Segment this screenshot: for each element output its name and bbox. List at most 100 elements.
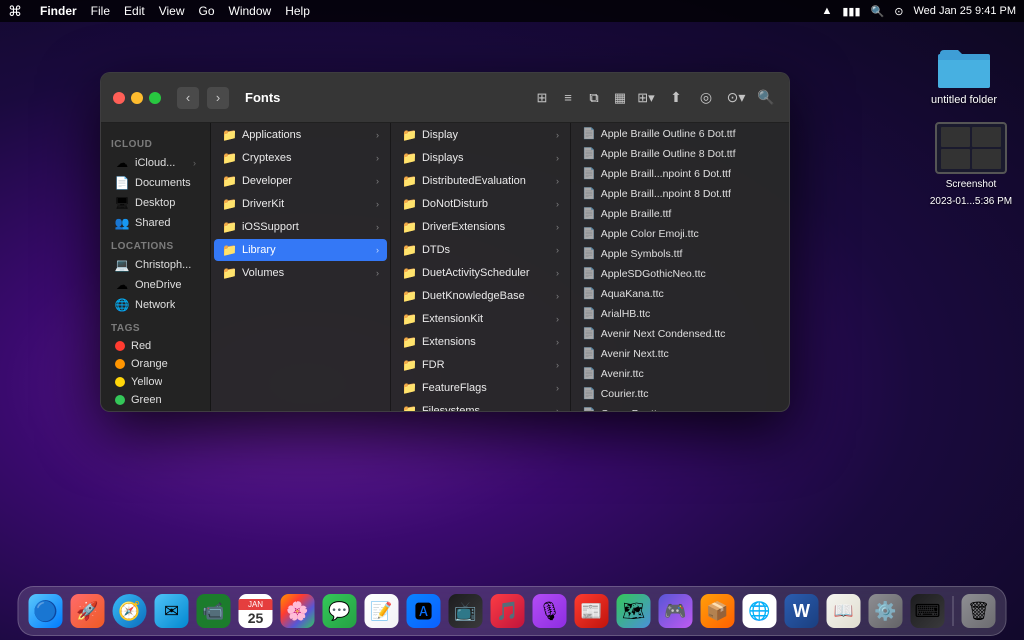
sidebar-item-shared[interactable]: 👥 Shared xyxy=(105,213,206,233)
col2-item-driverext[interactable]: 📁 DriverExtensions › xyxy=(394,216,567,238)
sidebar-item-documents[interactable]: 📄 Documents xyxy=(105,173,206,193)
sidebar-item-orange[interactable]: Orange xyxy=(105,355,206,373)
dock-messages[interactable]: 💬 xyxy=(321,592,359,630)
action-button[interactable]: ⊙▾ xyxy=(725,87,747,109)
menu-edit[interactable]: Edit xyxy=(124,4,145,18)
col2-item-duetkb[interactable]: 📁 DuetKnowledgeBase › xyxy=(394,285,567,307)
list-view-button[interactable]: ≡ xyxy=(557,87,579,109)
menu-go[interactable]: Go xyxy=(199,4,215,18)
col1-item-iossupport[interactable]: 📁 iOSSupport › xyxy=(214,216,387,238)
col2-item-filesystems[interactable]: 📁 Filesystems › xyxy=(394,400,567,411)
dock-news[interactable]: 📰 xyxy=(573,592,611,630)
dock-launchpad[interactable]: 🚀 xyxy=(69,592,107,630)
col1-item-developer[interactable]: 📁 Developer › xyxy=(214,170,387,192)
menubar-search-icon[interactable]: 🔍 xyxy=(871,5,885,18)
col2-item-displays[interactable]: 📁 Displays › xyxy=(394,147,567,169)
maximize-button[interactable] xyxy=(149,92,161,104)
file-item-6[interactable]: 📄 Apple Symbols.ttf xyxy=(574,244,786,263)
col2-item-fdr[interactable]: 📁 FDR › xyxy=(394,354,567,376)
menu-help[interactable]: Help xyxy=(285,4,310,18)
col1-item-driverkit[interactable]: 📁 DriverKit › xyxy=(214,193,387,215)
file-item-8[interactable]: 📄 AquaKana.ttc xyxy=(574,284,786,303)
sidebar-item-network[interactable]: 🌐 Network xyxy=(105,295,206,315)
col2-item-donotdisturb[interactable]: 📁 DoNotDisturb › xyxy=(394,193,567,215)
file-item-4[interactable]: 📄 Apple Braille.ttf xyxy=(574,204,786,223)
file-item-14[interactable]: 📄 GeezaPro.ttc xyxy=(574,404,786,411)
menubar-controlcenter-icon[interactable]: ⊙ xyxy=(894,5,903,18)
file-item-11[interactable]: 📄 Avenir Next.ttc xyxy=(574,344,786,363)
dock-word[interactable]: W xyxy=(783,592,821,630)
dock-facetime[interactable]: 📹 xyxy=(195,592,233,630)
menu-window[interactable]: Window xyxy=(229,4,272,18)
desktop-folder-untitled[interactable]: untitled folder xyxy=(924,42,1004,106)
col2-item-duetact[interactable]: 📁 DuetActivityScheduler › xyxy=(394,262,567,284)
dock-arcade[interactable]: 🎮 xyxy=(657,592,695,630)
col1-item-applications[interactable]: 📁 Applications › xyxy=(214,124,387,146)
dock-tv[interactable]: 📺 xyxy=(447,592,485,630)
share-button[interactable]: ⬆ xyxy=(665,87,687,109)
sidebar-item-onedrive[interactable]: ☁ OneDrive xyxy=(105,275,206,295)
dock-finder[interactable]: 🔵 xyxy=(27,592,65,630)
col1-item-volumes[interactable]: 📁 Volumes › xyxy=(214,262,387,284)
file-item-7[interactable]: 📄 AppleSDGothicNeo.ttc xyxy=(574,264,786,283)
col2-item-display[interactable]: 📁 Display › xyxy=(394,124,567,146)
file-item-13[interactable]: 📄 Courier.ttc xyxy=(574,384,786,403)
menu-file[interactable]: File xyxy=(91,4,110,18)
menu-view[interactable]: View xyxy=(159,4,185,18)
column-view-button[interactable]: ⧉ xyxy=(583,87,605,109)
file-item-12[interactable]: 📄 Avenir.ttc xyxy=(574,364,786,383)
minimize-button[interactable] xyxy=(131,92,143,104)
dock-photos[interactable]: 🌸 xyxy=(279,592,317,630)
col2-item-featureflags[interactable]: 📁 FeatureFlags › xyxy=(394,377,567,399)
col2-item-extensions[interactable]: 📁 Extensions › xyxy=(394,331,567,353)
dock-dictionary[interactable]: 📖 xyxy=(825,592,863,630)
col1-item-library[interactable]: 📁 Library › xyxy=(214,239,387,261)
sidebar-item-computer[interactable]: 💻 Christoph... xyxy=(105,255,206,275)
dock-altstore[interactable]: 📦 xyxy=(699,592,737,630)
dock-syspref[interactable]: ⚙️ xyxy=(867,592,905,630)
file-item-1[interactable]: 📄 Apple Braille Outline 8 Dot.ttf xyxy=(574,144,786,163)
icon-view-button[interactable]: ⊞ xyxy=(531,87,553,109)
dock-chrome[interactable]: 🌐 xyxy=(741,592,779,630)
forward-button[interactable]: › xyxy=(207,87,229,109)
app-name[interactable]: Finder xyxy=(40,4,77,18)
dock-calendar[interactable]: JAN 25 xyxy=(237,592,275,630)
sidebar-onedrive-label: OneDrive xyxy=(135,279,181,291)
sidebar-item-icloud[interactable]: ☁ iCloud... › xyxy=(105,153,206,173)
file-item-2[interactable]: 📄 Apple Braill...npoint 6 Dot.ttf xyxy=(574,164,786,183)
file-item-9[interactable]: 📄 ArialHB.ttc xyxy=(574,304,786,323)
tag-button[interactable]: ◎ xyxy=(695,87,717,109)
col2-item-distributedeval[interactable]: 📁 DistributedEvaluation › xyxy=(394,170,567,192)
view-options-button[interactable]: ⊞▾ xyxy=(635,87,657,109)
gallery-view-button[interactable]: ▦ xyxy=(609,87,631,109)
col1-driverkit-label: DriverKit xyxy=(242,198,371,210)
file-item-3[interactable]: 📄 Apple Braill...npoint 8 Dot.ttf xyxy=(574,184,786,203)
sidebar-item-red[interactable]: Red xyxy=(105,337,206,355)
search-button[interactable]: 🔍 xyxy=(755,87,777,109)
dock-appstore[interactable]: 🅰 xyxy=(405,592,443,630)
file-icon-0: 📄 xyxy=(582,127,596,140)
dock-music[interactable]: 🎵 xyxy=(489,592,527,630)
dock-keyboard[interactable]: ⌨ xyxy=(909,592,947,630)
close-button[interactable] xyxy=(113,92,125,104)
file-item-0[interactable]: 📄 Apple Braille Outline 6 Dot.ttf xyxy=(574,124,786,143)
col1-item-cryptexes[interactable]: 📁 Cryptexes › xyxy=(214,147,387,169)
dock-trash[interactable]: 🗑 xyxy=(960,592,998,630)
sidebar-item-green[interactable]: Green xyxy=(105,391,206,409)
dock-podcasts[interactable]: 🎙 xyxy=(531,592,569,630)
dock-reminders[interactable]: 📝 xyxy=(363,592,401,630)
sidebar-item-desktop[interactable]: 🖥 Desktop xyxy=(105,193,206,213)
sidebar-item-yellow[interactable]: Yellow xyxy=(105,373,206,391)
col2-item-extkit[interactable]: 📁 ExtensionKit › xyxy=(394,308,567,330)
dock-safari[interactable]: 🧭 xyxy=(111,592,149,630)
dock-maps[interactable]: 🗺 xyxy=(615,592,653,630)
dock-mail[interactable]: ✉ xyxy=(153,592,191,630)
desktop-screenshot[interactable]: Screenshot 2023-01...5:36 PM xyxy=(926,122,1016,208)
file-item-5[interactable]: 📄 Apple Color Emoji.ttc xyxy=(574,224,786,243)
col2-item-dtds[interactable]: 📁 DTDs › xyxy=(394,239,567,261)
back-button[interactable]: ‹ xyxy=(177,87,199,109)
altstore-dock-icon: 📦 xyxy=(701,594,735,628)
icloud-chevron: › xyxy=(193,158,196,168)
file-item-10[interactable]: 📄 Avenir Next Condensed.ttc xyxy=(574,324,786,343)
apple-menu[interactable]: ⌘ xyxy=(8,3,22,20)
